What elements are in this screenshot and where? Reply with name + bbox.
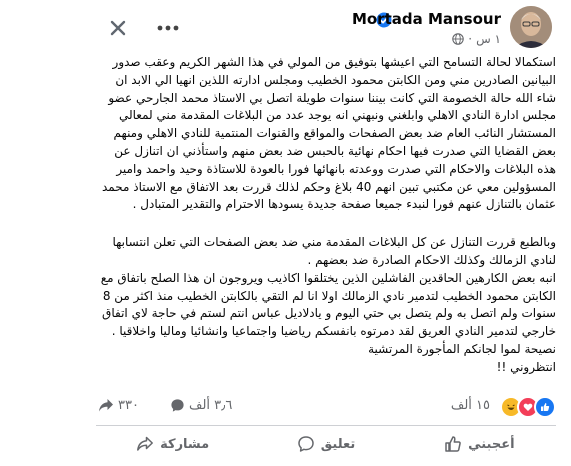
like-button[interactable]: أعجبني	[403, 428, 556, 460]
like-label: أعجبني	[468, 436, 515, 452]
comment-icon	[171, 399, 184, 412]
post-paragraph-1: استكمالا لحالة التسامح التي اعيشها بتوفي…	[98, 55, 556, 212]
post-time-text[interactable]: ١ س	[476, 32, 501, 46]
reaction-icons[interactable]	[500, 396, 556, 418]
like-reaction-icon	[534, 396, 556, 418]
engagement-bar: ١٥ ألف ٣٫٦ ألف ٣٣٠	[96, 396, 556, 418]
share-arrow-icon	[99, 399, 113, 412]
close-icon	[110, 20, 126, 36]
author-avatar[interactable]	[510, 6, 552, 48]
author-name[interactable]: Mortada Mansour	[352, 10, 501, 28]
comments-stat[interactable]: ٣٫٦ ألف	[170, 398, 232, 413]
comment-button[interactable]: تعليق	[249, 428, 402, 460]
comments-count: ٣٫٦ ألف	[189, 398, 233, 413]
divider	[96, 425, 556, 426]
share-label: مشاركة	[160, 436, 210, 452]
comment-bubble-icon	[297, 436, 314, 452]
post-timestamp[interactable]: ١ س ·	[452, 32, 501, 46]
avatar-photo	[510, 6, 552, 48]
more-options-button[interactable]	[148, 10, 188, 46]
comment-label: تعليق	[320, 436, 356, 452]
post-header: Mortada Mansour ١ س ·	[0, 0, 571, 50]
more-dots-icon	[157, 25, 179, 31]
globe-icon	[452, 33, 464, 45]
shares-count: ٣٣٠	[118, 398, 139, 413]
post-text: استكمالا لحالة التسامح التي اعيشها بتوفي…	[96, 54, 556, 377]
close-button[interactable]	[100, 10, 136, 46]
post-paragraph-2: وبالطبع قررت التنازل عن كل البلاغات المق…	[100, 235, 556, 374]
reactions-count[interactable]: ١٥ ألف	[451, 398, 490, 413]
time-separator: ·	[468, 32, 473, 46]
share-icon	[137, 436, 154, 451]
share-button[interactable]: مشاركة	[96, 428, 249, 460]
post-actions: أعجبني تعليق مشاركة	[96, 428, 556, 460]
thumbs-up-icon	[445, 436, 461, 452]
shares-stat[interactable]: ٣٣٠	[98, 398, 139, 413]
